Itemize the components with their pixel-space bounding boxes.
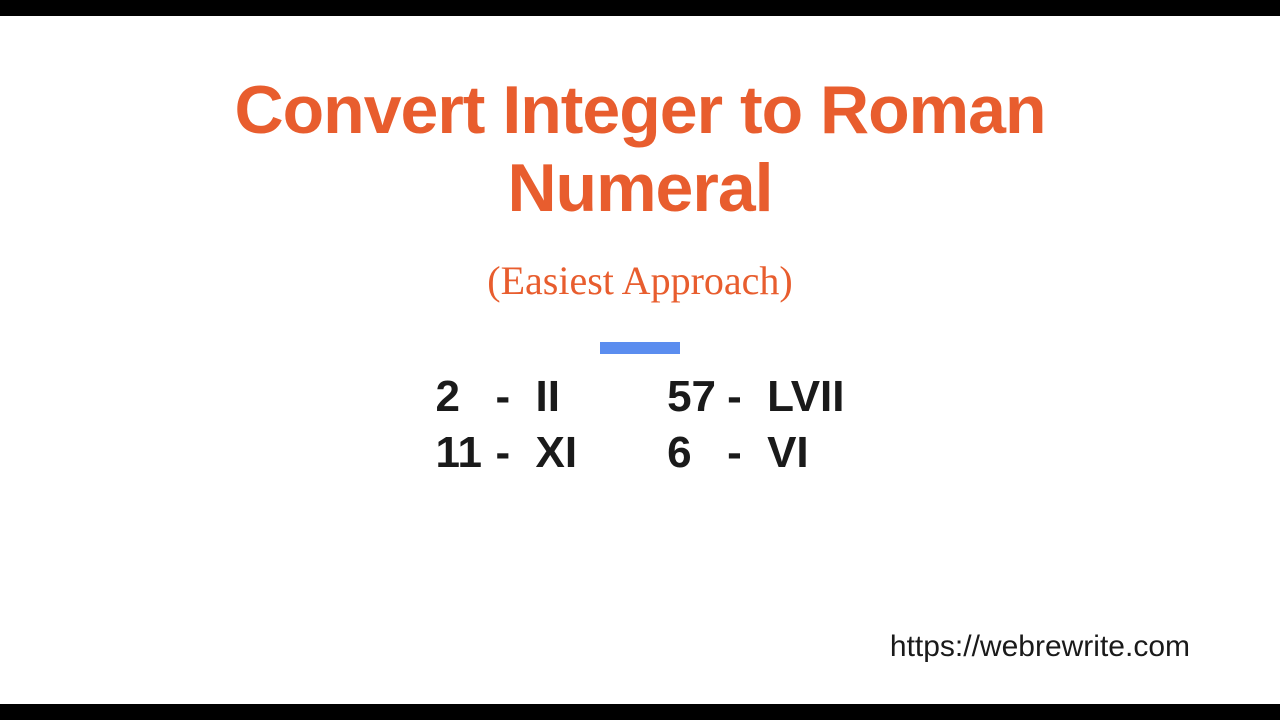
example-roman: II [536, 372, 560, 422]
subtitle: (Easiest Approach) [0, 257, 1280, 304]
main-title: Convert Integer to Roman Numeral [0, 71, 1280, 227]
example-integer: 57 [667, 372, 727, 422]
title-line-2: Numeral [507, 150, 772, 226]
example-row: 6 - VI [667, 428, 844, 478]
example-dash: - [496, 428, 536, 478]
examples-section: 2 - II 11 - XI 57 - LVII 6 - VI [0, 372, 1280, 478]
example-roman: XI [536, 428, 578, 478]
example-roman: LVII [767, 372, 844, 422]
example-row: 11 - XI [436, 428, 578, 478]
example-dash: - [496, 372, 536, 422]
example-integer: 6 [667, 428, 727, 478]
example-roman: VI [767, 428, 809, 478]
source-url: https://webrewrite.com [890, 630, 1190, 664]
example-integer: 2 [436, 372, 496, 422]
divider-bar [600, 342, 680, 354]
example-dash: - [727, 372, 767, 422]
title-line-1: Convert Integer to Roman [235, 72, 1046, 148]
example-integer: 11 [436, 428, 496, 478]
examples-column-left: 2 - II 11 - XI [436, 372, 578, 478]
example-row: 57 - LVII [667, 372, 844, 422]
example-row: 2 - II [436, 372, 578, 422]
example-dash: - [727, 428, 767, 478]
examples-column-right: 57 - LVII 6 - VI [667, 372, 844, 478]
slide-container: Convert Integer to Roman Numeral (Easies… [0, 16, 1280, 704]
